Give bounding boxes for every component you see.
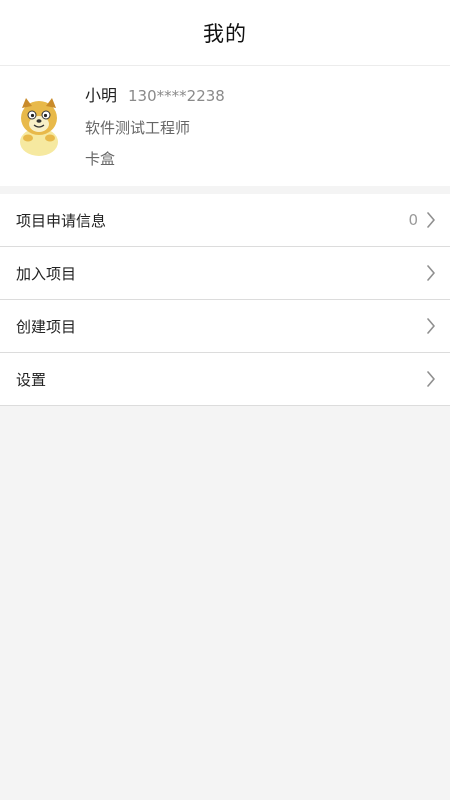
- profile-card[interactable]: 小明 130****2238 软件测试工程师 卡盒: [0, 66, 450, 186]
- page-title: 我的: [203, 21, 247, 46]
- dog-avatar-icon[interactable]: [12, 94, 66, 156]
- menu-list: 项目申请信息 0 加入项目 创建项目 设置: [0, 194, 450, 406]
- chevron-right-icon: [427, 212, 435, 228]
- profile-info: 小明 130****2238 软件测试工程师 卡盒: [85, 82, 225, 170]
- menu-item-project-applications[interactable]: 项目申请信息 0: [0, 194, 450, 247]
- menu-item-label: 加入项目: [16, 264, 77, 283]
- user-name: 小明: [85, 86, 118, 105]
- menu-item-settings[interactable]: 设置: [0, 353, 450, 406]
- chevron-right-icon: [427, 318, 435, 334]
- menu-item-create-project[interactable]: 创建项目: [0, 300, 450, 353]
- chevron-right-icon: [427, 371, 435, 387]
- name-row: 小明 130****2238: [85, 82, 225, 108]
- user-phone: 130****2238: [128, 87, 225, 105]
- application-count: 0: [408, 211, 418, 229]
- user-job-title: 软件测试工程师: [85, 119, 191, 137]
- menu-item-label: 创建项目: [16, 317, 77, 336]
- menu-item-label: 设置: [16, 370, 47, 389]
- top-bar: 我的: [0, 0, 450, 66]
- chevron-right-icon: [427, 265, 435, 281]
- app-screen: 我的 小明 130****2238 软件测试工程师 卡盒 项目申请信息 0 加入…: [0, 0, 450, 800]
- user-company: 卡盒: [85, 150, 116, 168]
- menu-item-join-project[interactable]: 加入项目: [0, 247, 450, 300]
- section-gap: [0, 186, 450, 194]
- menu-item-label: 项目申请信息: [16, 211, 107, 230]
